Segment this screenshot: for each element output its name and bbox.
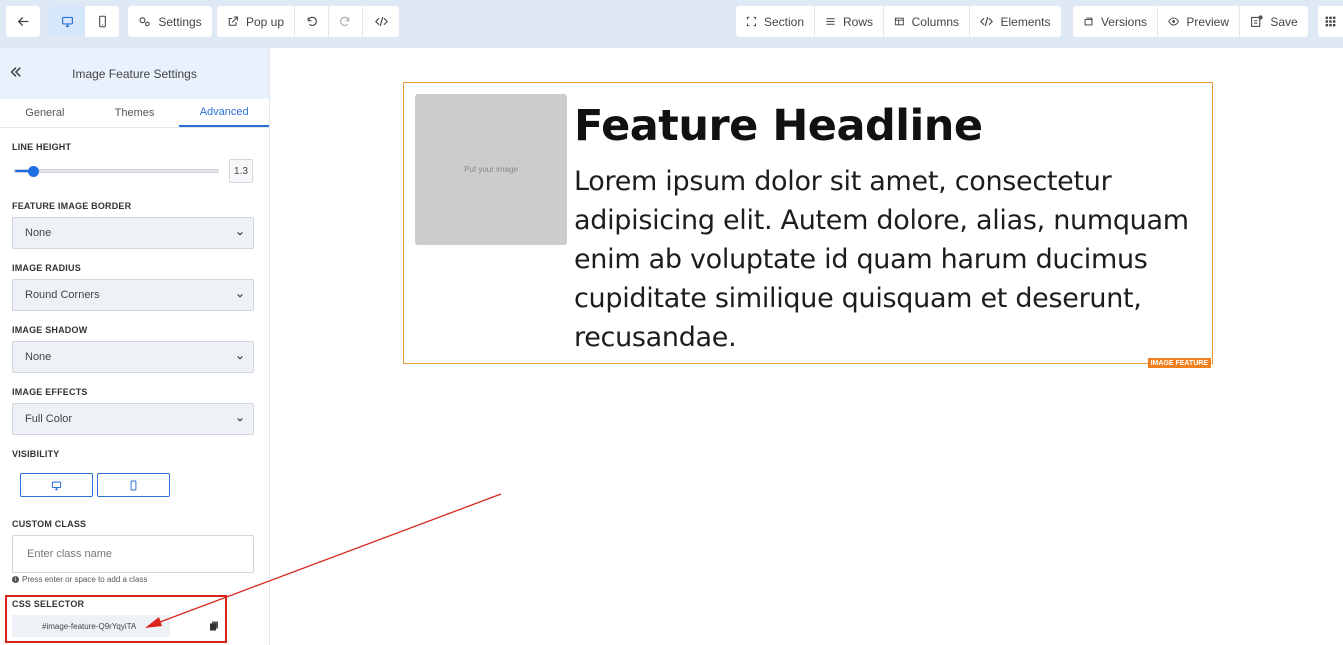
image-placeholder[interactable]: Put your image xyxy=(415,94,567,245)
external-link-icon xyxy=(228,16,238,26)
columns-label: Columns xyxy=(911,14,959,29)
settings-button[interactable]: Settings xyxy=(128,6,212,37)
preview-label: Preview xyxy=(1186,14,1229,29)
preview-button[interactable]: Preview xyxy=(1158,6,1240,37)
feature-image-border-label: FEATURE IMAGE BORDER xyxy=(12,201,132,211)
chevron-down-icon xyxy=(237,231,243,236)
visibility-desktop-toggle[interactable] xyxy=(20,473,93,497)
section-label: Section xyxy=(763,14,804,29)
redo-button[interactable] xyxy=(329,6,363,37)
gears-icon xyxy=(139,17,150,27)
chevron-down-icon xyxy=(237,417,243,422)
image-feature-tag: IMAGE FEATURE xyxy=(1147,358,1211,368)
double-chevron-left-icon[interactable] xyxy=(9,65,23,79)
device-group xyxy=(49,6,119,37)
line-height-label: LINE HEIGHT xyxy=(12,142,72,152)
section-button[interactable]: Section xyxy=(736,6,815,37)
visibility-label: VISIBILITY xyxy=(12,449,60,459)
custom-class-placeholder: Enter class name xyxy=(27,548,112,560)
image-radius-value: Round Corners xyxy=(25,289,100,301)
image-placeholder-text: Put your image xyxy=(464,165,518,174)
chevron-down-icon xyxy=(237,355,243,360)
apps-group xyxy=(1318,6,1343,37)
image-radius-label: IMAGE RADIUS xyxy=(12,263,81,273)
back-button[interactable] xyxy=(6,6,40,37)
visibility-mobile-toggle[interactable] xyxy=(97,473,170,497)
columns-button[interactable]: Columns xyxy=(884,6,970,37)
feature-image-border-select[interactable]: None xyxy=(12,217,254,249)
top-toolbar: Settings Pop up Section Rows Columns Ele… xyxy=(0,0,1343,48)
mobile-icon xyxy=(98,15,106,28)
rows-button[interactable]: Rows xyxy=(815,6,884,37)
chevron-down-icon xyxy=(237,293,243,298)
edit-group: Pop up xyxy=(217,6,399,37)
line-height-value[interactable]: 1.3 xyxy=(229,159,253,183)
desktop-view-button[interactable] xyxy=(49,6,85,37)
eye-icon xyxy=(1168,17,1180,26)
apps-button[interactable] xyxy=(1318,6,1343,37)
image-shadow-label: IMAGE SHADOW xyxy=(12,325,88,335)
image-radius-select[interactable]: Round Corners xyxy=(12,279,254,311)
image-feature-element[interactable]: Put your image Feature Headline Lorem ip… xyxy=(403,82,1213,368)
elements-button[interactable]: Elements xyxy=(970,6,1061,37)
feature-headline[interactable]: Feature Headline xyxy=(574,101,983,151)
tab-themes[interactable]: Themes xyxy=(90,99,180,127)
feature-image-border-value: None xyxy=(25,227,52,239)
publish-group: Versions Preview Save xyxy=(1073,6,1308,37)
elements-label: Elements xyxy=(1000,14,1051,29)
save-button[interactable]: Save xyxy=(1240,6,1308,37)
code-icon xyxy=(980,16,994,27)
image-effects-select[interactable]: Full Color xyxy=(12,403,254,435)
settings-tabs: General Themes Advanced xyxy=(0,99,270,128)
settings-sidebar: Image Feature Settings General Themes Ad… xyxy=(0,48,270,645)
save-label: Save xyxy=(1270,14,1298,29)
undo-icon xyxy=(307,16,317,27)
back-group xyxy=(6,6,40,37)
sidebar-title: Image Feature Settings xyxy=(72,66,197,81)
line-height-slider-handle[interactable] xyxy=(28,166,40,177)
versions-label: Versions xyxy=(1100,14,1147,29)
image-shadow-select[interactable]: None xyxy=(12,341,254,373)
rows-label: Rows xyxy=(842,14,873,29)
settings-group: Settings xyxy=(128,6,212,37)
popup-label: Pop up xyxy=(245,14,284,29)
rows-icon xyxy=(826,18,835,25)
custom-class-input[interactable]: Enter class name xyxy=(12,535,254,573)
save-icon xyxy=(1251,15,1263,27)
tab-general[interactable]: General xyxy=(0,99,90,127)
image-effects-label: IMAGE EFFECTS xyxy=(12,387,88,397)
image-effects-value: Full Color xyxy=(25,413,73,425)
mobile-view-button[interactable] xyxy=(85,6,119,37)
sidebar-header: Image Feature Settings xyxy=(0,48,269,99)
popup-button[interactable]: Pop up xyxy=(217,6,295,37)
image-shadow-value: None xyxy=(25,351,52,363)
mobile-icon xyxy=(130,480,137,490)
settings-label: Settings xyxy=(158,14,202,29)
redo-icon xyxy=(340,16,350,27)
line-height-slider[interactable] xyxy=(14,166,219,177)
tab-advanced[interactable]: Advanced xyxy=(179,99,270,127)
undo-button[interactable] xyxy=(295,6,329,37)
custom-class-hint: i Press enter or space to add a class xyxy=(12,575,147,584)
desktop-icon xyxy=(61,16,73,27)
columns-icon xyxy=(894,17,904,26)
code-button[interactable] xyxy=(363,6,399,37)
grid-icon xyxy=(1325,16,1336,27)
custom-class-hint-text: Press enter or space to add a class xyxy=(22,575,148,584)
expand-icon xyxy=(746,16,757,27)
desktop-icon xyxy=(51,481,62,490)
custom-class-label: CUSTOM CLASS xyxy=(12,519,87,529)
info-icon: i xyxy=(12,576,19,583)
versions-button[interactable]: Versions xyxy=(1073,6,1158,37)
feature-body-text[interactable]: Lorem ipsum dolor sit amet, consectetur … xyxy=(574,162,1194,357)
css-selector-highlight xyxy=(5,595,227,643)
structure-group: Section Rows Columns Elements xyxy=(736,6,1061,37)
code-icon xyxy=(374,16,388,27)
versions-icon xyxy=(1084,17,1093,26)
back-arrow-icon xyxy=(17,16,28,27)
